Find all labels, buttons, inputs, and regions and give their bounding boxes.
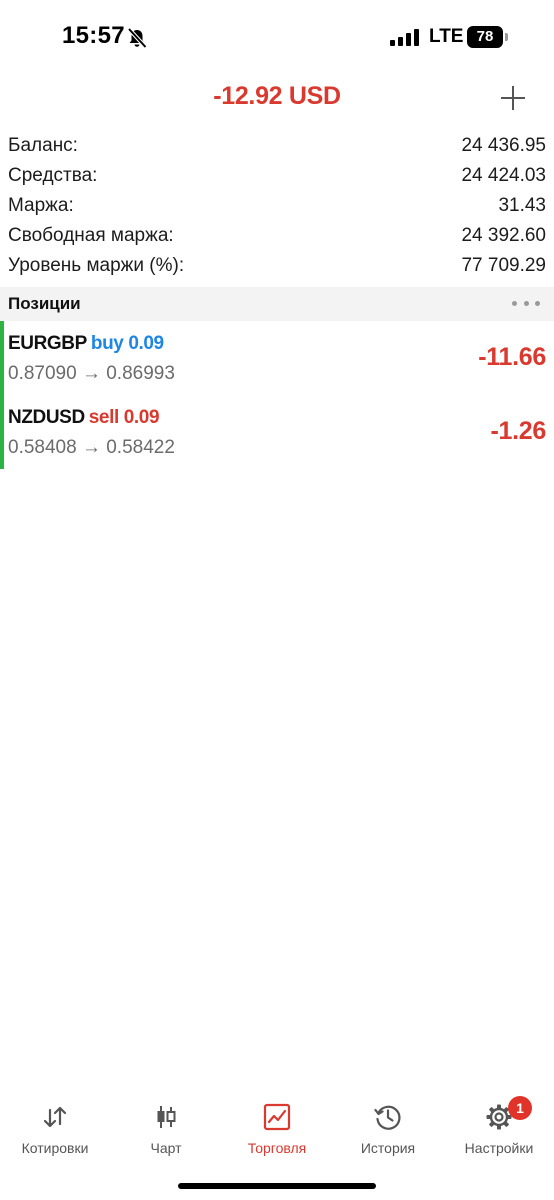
tab-label: Настройки [464,1140,534,1156]
tab-label: Котировки [21,1140,89,1156]
positions-title: Позиции [8,294,81,313]
trade-screen: 15:57 LTE 78 -12.92 USD Баланс: 24 436.9… [0,0,554,1200]
position-direction: buy 0.09 [90,333,164,354]
summary-row-margin-level: Уровень маржи (%): 77 709.29 [0,252,554,282]
trade-chart-icon [263,1103,291,1131]
home-indicator [178,1183,376,1189]
position-profit: -1.26 [490,417,547,445]
summary-label: Баланс: [8,135,78,156]
tab-label: Торговля [247,1140,307,1156]
position-prices: 0.87090 → 0.86993 [8,363,175,384]
position-symbol: NZDUSD [8,407,85,428]
position-row[interactable]: NZDUSD sell 0.09 0.58408 → 0.58422 -1.26 [0,395,554,469]
history-clock-icon [374,1105,401,1130]
summary-row-equity: Средства: 24 424.03 [0,162,554,192]
summary-label: Маржа: [8,195,74,216]
position-symbol: EURGBP [8,333,87,354]
summary-value: 31.43 [498,195,546,216]
tab-chart[interactable]: Чарт [111,1092,221,1164]
status-time: 15:57 [62,22,125,49]
positions-section-header: Позиции [0,287,554,321]
summary-label: Средства: [8,165,98,186]
summary-value: 24 436.95 [461,135,546,156]
position-profit: -11.66 [478,343,546,371]
candlestick-chart-icon [157,1106,176,1128]
account-summary: Баланс: 24 436.95 Средства: 24 424.03 Ма… [0,132,554,282]
more-options-icon[interactable] [512,295,540,311]
summary-value: 24 392.60 [461,225,546,246]
positions-list: EURGBP buy 0.09 0.87090 → 0.86993 -11.66 … [0,321,554,469]
summary-value: 77 709.29 [461,255,546,276]
tab-trade[interactable]: Торговля [222,1092,332,1164]
tab-settings[interactable]: Настройки [444,1092,554,1164]
trade-header: -12.92 USD [0,72,554,128]
network-type: LTE [429,26,464,47]
summary-label: Уровень маржи (%): [8,255,185,276]
position-row[interactable]: EURGBP buy 0.09 0.87090 → 0.86993 -11.66 [0,321,554,395]
tab-label: Чарт [150,1140,182,1156]
battery-icon: 78 [467,26,509,48]
summary-label: Свободная маржа: [8,225,174,246]
settings-notification-badge: 1 [508,1096,532,1120]
position-indicator-bar [0,395,4,469]
signal-icon [390,29,419,46]
tab-label: История [360,1140,416,1156]
summary-row-free-margin: Свободная маржа: 24 392.60 [0,222,554,252]
position-prices: 0.58408 → 0.58422 [8,437,175,458]
bell-muted-icon [127,27,147,49]
tab-quotes[interactable]: Котировки [0,1092,110,1164]
tab-history[interactable]: История [333,1092,443,1164]
status-bar: 15:57 LTE 78 [0,0,554,72]
battery-level: 78 [467,26,503,48]
quotes-arrows-icon [43,1106,67,1128]
position-direction: sell 0.09 [88,407,160,428]
plus-icon[interactable] [497,83,529,115]
summary-value: 24 424.03 [461,165,546,186]
total-profit: -12.92 USD [213,82,341,110]
summary-row-balance: Баланс: 24 436.95 [0,132,554,162]
summary-row-margin: Маржа: 31.43 [0,192,554,222]
position-indicator-bar [0,321,4,395]
